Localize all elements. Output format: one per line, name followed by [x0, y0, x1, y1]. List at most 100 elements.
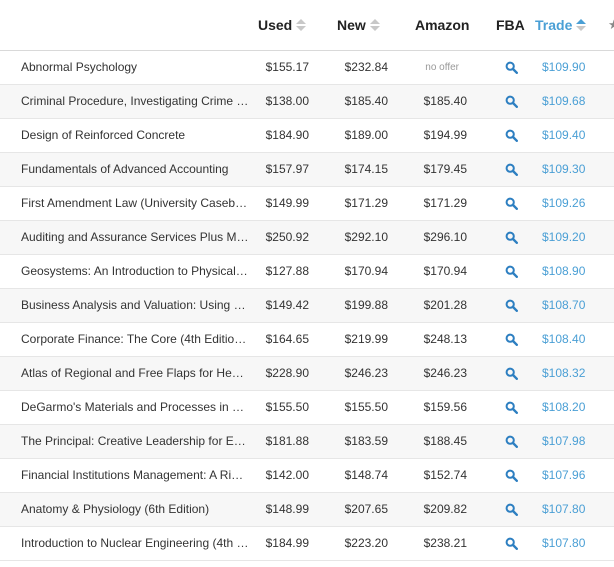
table-row[interactable]: Design of Reinforced Concrete $184.90 $189…	[0, 119, 614, 153]
new-column-header[interactable]: New	[337, 15, 380, 35]
new-price: $189.00	[344, 128, 388, 142]
used-price: $138.00	[265, 94, 309, 108]
new-price: $292.10	[344, 230, 388, 244]
sort-arrows-icon	[296, 19, 307, 31]
search-icon[interactable]	[504, 391, 518, 424]
trade-price: $109.90	[542, 60, 586, 74]
fba-column-header[interactable]: FBA	[496, 15, 525, 35]
trade-price: $109.26	[542, 196, 586, 210]
new-price: $246.23	[344, 366, 388, 380]
trade-column-header[interactable]: Trade	[535, 15, 587, 35]
book-title[interactable]: Abnormal Psychology	[21, 51, 249, 84]
new-price: $232.84	[344, 60, 388, 74]
search-icon[interactable]	[504, 187, 518, 220]
trade-price: $108.32	[542, 366, 586, 380]
book-title[interactable]: Financial Institutions Management: A Ris…	[21, 459, 249, 492]
amazon-price: $248.13	[423, 332, 467, 346]
search-icon[interactable]	[504, 119, 518, 152]
new-price: $185.40	[344, 94, 388, 108]
table-row[interactable]: Business Analysis and Valuation: Using F…	[0, 289, 614, 323]
book-title[interactable]: First Amendment Law (University Casebook…	[21, 187, 249, 220]
amazon-price: $238.21	[423, 536, 467, 550]
trade-price: $108.90	[542, 264, 586, 278]
book-list: Abnormal Psychology $155.17 $232.84 no offe…	[0, 51, 614, 561]
new-price: $174.15	[344, 162, 388, 176]
search-icon[interactable]	[504, 425, 518, 458]
new-price: $148.74	[344, 468, 388, 482]
amazon-price: $159.56	[423, 400, 467, 414]
book-title[interactable]: Atlas of Regional and Free Flaps for Hea…	[21, 357, 249, 390]
used-price: $149.99	[265, 196, 309, 210]
table-row[interactable]: First Amendment Law (University Casebook…	[0, 187, 614, 221]
table-row[interactable]: Fundamentals of Advanced Accounting $157.…	[0, 153, 614, 187]
star-column-header[interactable]: ★	[608, 17, 614, 33]
book-title[interactable]: Anatomy & Physiology (6th Edition)	[21, 493, 249, 526]
new-price: $171.29	[344, 196, 388, 210]
trade-price: $107.80	[542, 536, 586, 550]
trade-price: $109.20	[542, 230, 586, 244]
table-row[interactable]: DeGarmo's Materials and Processes in Man…	[0, 391, 614, 425]
amazon-price: no offer	[425, 62, 459, 73]
search-icon[interactable]	[504, 323, 518, 356]
table-row[interactable]: Geosystems: An Introduction to Physical …	[0, 255, 614, 289]
used-column-header[interactable]: Used	[258, 15, 307, 35]
new-price: $223.20	[344, 536, 388, 550]
used-price: $184.90	[265, 128, 309, 142]
search-icon[interactable]	[504, 255, 518, 288]
search-icon[interactable]	[504, 357, 518, 390]
new-price: $183.59	[344, 434, 388, 448]
book-title[interactable]: Business Analysis and Valuation: Using F…	[21, 289, 249, 322]
book-title[interactable]: Criminal Procedure, Investigating Crime …	[21, 85, 249, 118]
book-title[interactable]: Auditing and Assurance Services Plus MyL…	[21, 221, 249, 254]
book-title[interactable]: Design of Reinforced Concrete	[21, 119, 249, 152]
table-row[interactable]: Criminal Procedure, Investigating Crime …	[0, 85, 614, 119]
table-row[interactable]: Anatomy & Physiology (6th Edition) $148.9…	[0, 493, 614, 527]
used-price: $149.42	[265, 298, 309, 312]
book-title[interactable]: Introduction to Nuclear Engineering (4th…	[21, 527, 249, 560]
book-title[interactable]: Corporate Finance: The Core (4th Edition…	[21, 323, 249, 356]
used-price: $181.88	[265, 434, 309, 448]
used-price: $142.00	[265, 468, 309, 482]
new-price: $170.94	[344, 264, 388, 278]
used-price: $184.99	[265, 536, 309, 550]
table-row[interactable]: Atlas of Regional and Free Flaps for Hea…	[0, 357, 614, 391]
search-icon[interactable]	[504, 221, 518, 254]
table-row[interactable]: Financial Institutions Management: A Ris…	[0, 459, 614, 493]
search-icon[interactable]	[504, 85, 518, 118]
new-price: $219.99	[344, 332, 388, 346]
used-price: $228.90	[265, 366, 309, 380]
search-icon[interactable]	[504, 289, 518, 322]
table-row[interactable]: Auditing and Assurance Services Plus MyL…	[0, 221, 614, 255]
amazon-price: $201.28	[423, 298, 467, 312]
search-icon[interactable]	[504, 493, 518, 526]
amazon-price: $185.40	[423, 94, 467, 108]
table-row[interactable]: The Principal: Creative Leadership for E…	[0, 425, 614, 459]
amazon-column-header[interactable]: Amazon	[415, 15, 469, 35]
book-title[interactable]: Geosystems: An Introduction to Physical …	[21, 255, 249, 288]
trade-price: $109.30	[542, 162, 586, 176]
used-price: $148.99	[265, 502, 309, 516]
used-price: $155.50	[265, 400, 309, 414]
used-price: $164.65	[265, 332, 309, 346]
amazon-price: $152.74	[423, 468, 467, 482]
table-row[interactable]: Introduction to Nuclear Engineering (4th…	[0, 527, 614, 561]
amazon-price: $209.82	[423, 502, 467, 516]
search-icon[interactable]	[504, 459, 518, 492]
amazon-price: $188.45	[423, 434, 467, 448]
book-title[interactable]: Fundamentals of Advanced Accounting	[21, 153, 249, 186]
search-icon[interactable]	[504, 51, 518, 84]
search-icon[interactable]	[504, 527, 518, 560]
used-price: $127.88	[265, 264, 309, 278]
amazon-price: $194.99	[423, 128, 467, 142]
search-icon[interactable]	[504, 153, 518, 186]
table-row[interactable]: Abnormal Psychology $155.17 $232.84 no offe…	[0, 51, 614, 85]
trade-price: $107.98	[542, 434, 586, 448]
book-title[interactable]: The Principal: Creative Leadership for E…	[21, 425, 249, 458]
book-title[interactable]: DeGarmo's Materials and Processes in Man…	[21, 391, 249, 424]
trade-price: $108.40	[542, 332, 586, 346]
trade-price: $107.80	[542, 502, 586, 516]
amazon-price: $246.23	[423, 366, 467, 380]
new-header-label: New	[337, 17, 366, 33]
amazon-price: $170.94	[423, 264, 467, 278]
table-row[interactable]: Corporate Finance: The Core (4th Edition…	[0, 323, 614, 357]
